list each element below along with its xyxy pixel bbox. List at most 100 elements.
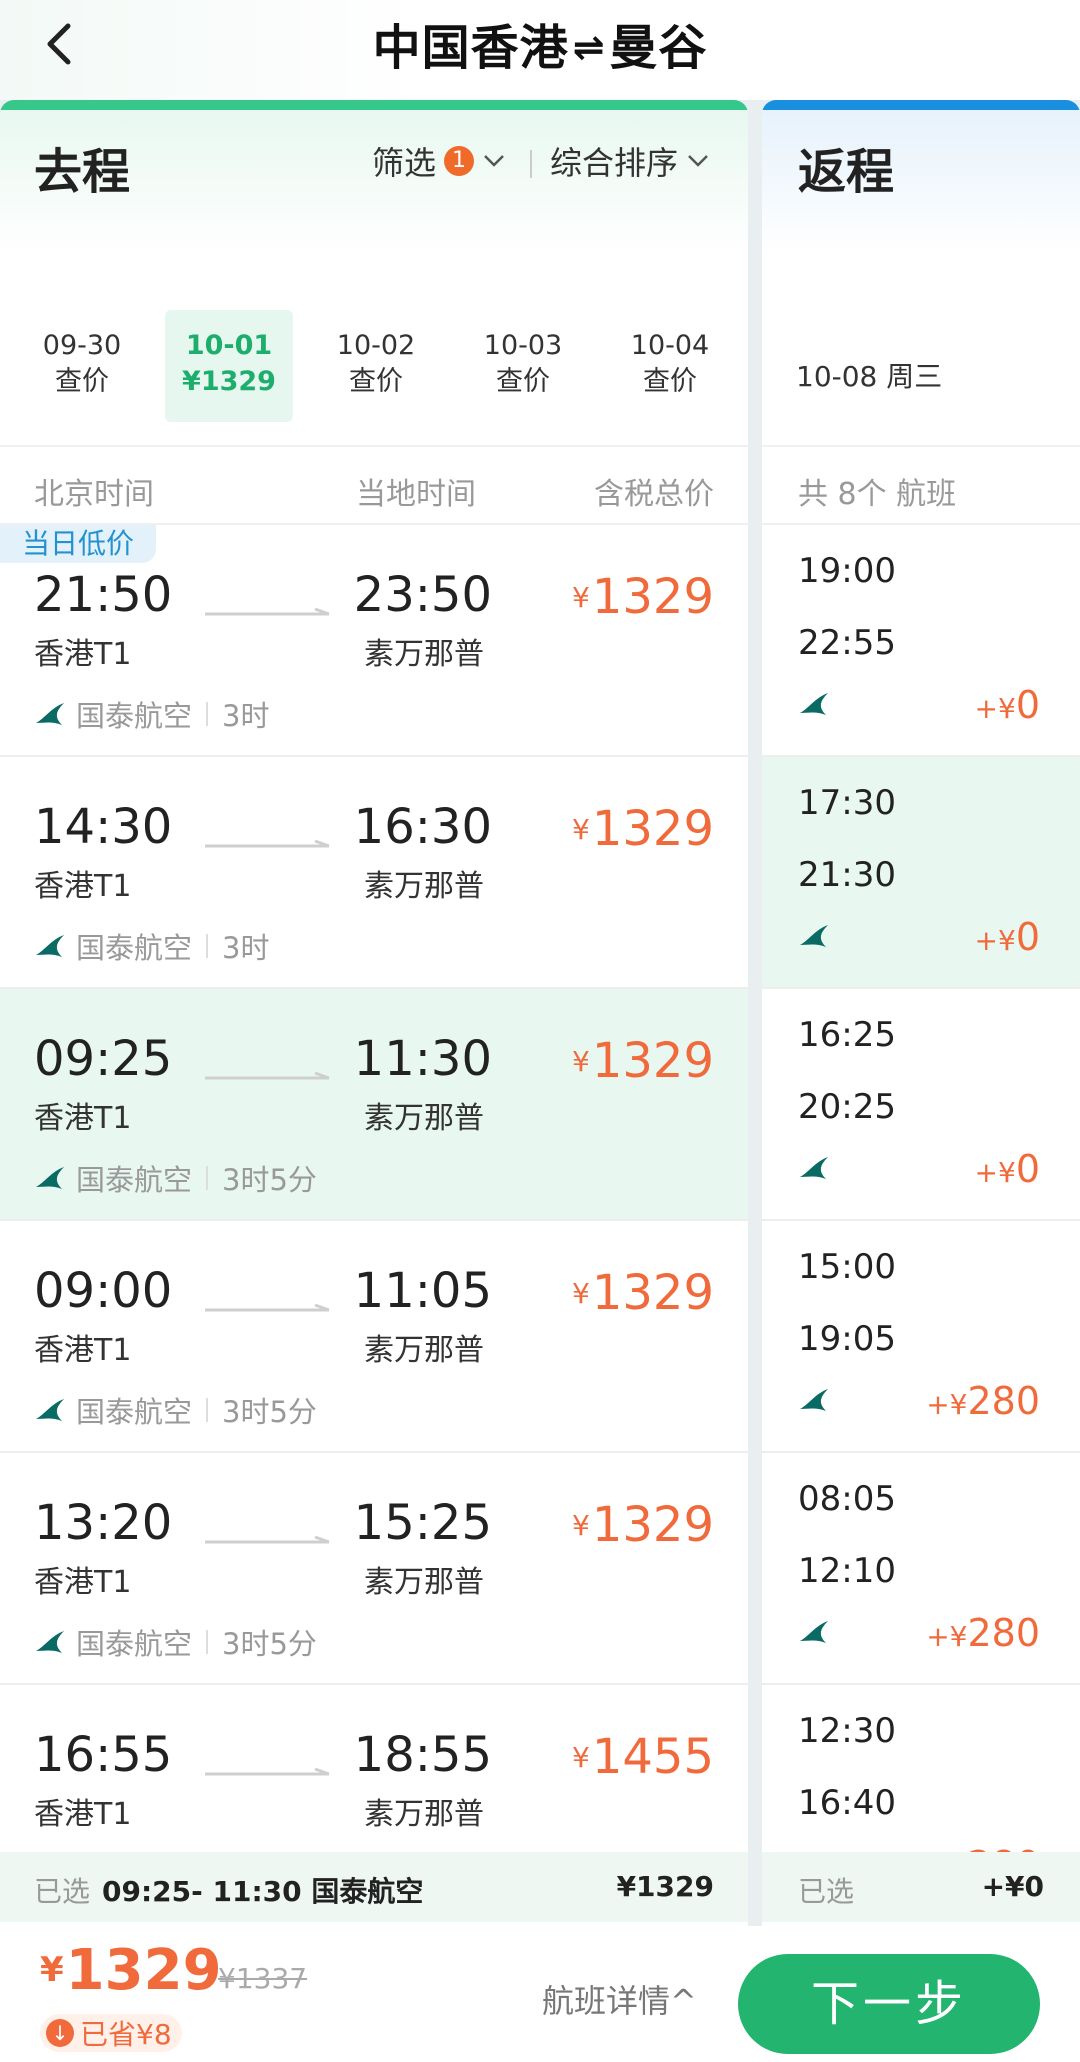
flight-duration: 3时5分: [222, 1395, 317, 1429]
date-option[interactable]: 09-30 查价: [18, 310, 146, 422]
departure-airport: 香港T1: [34, 1565, 132, 1600]
plus-currency: +¥: [974, 1156, 1016, 1189]
total-amount: 1329: [65, 1938, 222, 2003]
difference-amount: 0: [1015, 915, 1040, 959]
flight-price: ¥1329: [572, 801, 714, 857]
return-flight-row[interactable]: 08:05 12:10 +¥280: [762, 1453, 1080, 1685]
airline-info: 国泰航空 3时: [34, 693, 269, 735]
route-arrow-icon: [205, 839, 330, 848]
departure-airport: 香港T1: [34, 1333, 132, 1368]
departure-time: 19:00: [798, 551, 896, 591]
flight-price: ¥1329: [572, 1265, 714, 1321]
departure-airport: 香港T1: [34, 869, 132, 904]
airline-info: 国泰航空 3时5分: [34, 1621, 317, 1663]
date-text: 10-03: [483, 330, 563, 361]
route-arrow-icon: [205, 1767, 330, 1776]
arrival-time: 21:30: [798, 855, 896, 895]
airline-info: 国泰航空 3时5分: [34, 1389, 317, 1431]
departure-time: 16:25: [798, 1015, 896, 1055]
flight-row[interactable]: 09:25 11:30 香港T1 素万那普 ¥1329 国泰航空 3时5分: [0, 989, 748, 1221]
price-difference: +¥0: [975, 915, 1040, 959]
date-option[interactable]: 10-04 查价: [606, 310, 734, 422]
selected-flight: 09:25- 11:30 国泰航空: [102, 1875, 424, 1908]
route-arrow-icon: [205, 1071, 330, 1080]
date-price: ¥1329: [182, 366, 276, 397]
departure-time: 15:00: [798, 1247, 896, 1287]
return-flight-row[interactable]: 19:00 22:55 +¥0: [762, 525, 1080, 757]
savings-badge: ↓ 已省¥8: [40, 2014, 182, 2052]
outbound-selected-summary: 已选 09:25- 11:30 国泰航空 ¥1329: [0, 1852, 748, 1922]
date-price: 查价: [349, 366, 403, 397]
arrival-time: 20:25: [798, 1087, 896, 1127]
page-title: 中国香港 ⇌曼谷: [0, 8, 1080, 78]
arrival-airport: 素万那普: [364, 1797, 484, 1832]
arrival-airport: 素万那普: [364, 1101, 484, 1136]
arrival-time: 15:25: [353, 1495, 492, 1551]
departure-time: 12:30: [798, 1711, 896, 1751]
flight-price: ¥1329: [572, 1033, 714, 1089]
flight-row[interactable]: 13:20 15:25 香港T1 素万那普 ¥1329 国泰航空 3时5分: [0, 1453, 748, 1685]
flight-price: ¥1329: [572, 569, 714, 625]
destination-city: 曼谷: [609, 20, 708, 76]
return-date[interactable]: 10-08 周三: [796, 355, 942, 395]
departure-time: 09:25: [34, 1031, 173, 1087]
cathay-logo-icon: [800, 1621, 828, 1643]
divider: [206, 702, 209, 726]
total-price: ¥1329: [40, 1938, 222, 2003]
flight-row[interactable]: 09:00 11:05 香港T1 素万那普 ¥1329 国泰航空 3时5分: [0, 1221, 748, 1453]
arrival-time: 16:40: [798, 1783, 896, 1823]
flight-row[interactable]: 14:30 16:30 香港T1 素万那普 ¥1329 国泰航空 3时: [0, 757, 748, 989]
outbound-panel: 去程 筛选 1 综合排序 09-30 查价 10-01 ¥1329 10-02 …: [0, 100, 748, 1926]
route-arrow-icon: [205, 1535, 330, 1544]
sort-label: 综合排序: [550, 144, 679, 182]
next-step-button[interactable]: 下一步: [738, 1954, 1040, 2054]
return-flight-row[interactable]: 15:00 19:05 +¥280: [762, 1221, 1080, 1453]
price-difference: +¥0: [975, 683, 1040, 727]
return-flight-row[interactable]: 16:25 20:25 +¥0: [762, 989, 1080, 1221]
flight-duration: 3时: [222, 931, 270, 965]
airline-name: 国泰航空: [76, 1395, 193, 1429]
filter-count-badge: 1: [444, 146, 475, 176]
departure-time: 09:00: [34, 1263, 173, 1319]
chevron-down-icon: [688, 155, 708, 167]
return-flight-row[interactable]: 17:30 21:30 +¥0: [762, 757, 1080, 989]
return-accent-bar: [762, 100, 1080, 110]
date-option[interactable]: 10-02 查价: [312, 310, 440, 422]
sort-button[interactable]: 综合排序: [550, 138, 710, 184]
plus-currency: +¥: [926, 1620, 968, 1653]
arrival-time: 11:05: [353, 1263, 492, 1319]
route-arrow-icon: [205, 1303, 330, 1312]
date-selector: 09-30 查价 10-01 ¥1329 10-02 查价 10-03 查价 1…: [0, 310, 748, 430]
route-arrow-icon: [205, 607, 330, 616]
difference-amount: 0: [1015, 1147, 1040, 1191]
price-amount: 1455: [591, 1729, 714, 1785]
flight-row[interactable]: 当日低价 21:50 23:50 香港T1 素万那普 ¥1329 国泰航空 3时: [0, 525, 748, 757]
lowest-price-tag: 当日低价: [0, 525, 157, 563]
plus-currency: +¥: [974, 692, 1016, 725]
difference-amount: 280: [967, 1611, 1040, 1655]
return-column-header: 共 8个 航班: [762, 445, 1080, 525]
departure-time: 16:55: [34, 1727, 173, 1783]
price-difference: +¥0: [975, 1147, 1040, 1191]
departure-time: 21:50: [34, 567, 173, 623]
flight-details-button[interactable]: 航班详情^: [542, 1976, 697, 2022]
currency-symbol: ¥: [572, 1045, 590, 1078]
departure-time: 08:05: [798, 1479, 896, 1519]
down-arrow-icon: ↓: [46, 2019, 74, 2047]
currency-symbol: ¥: [572, 1277, 590, 1310]
airline-name: 国泰航空: [76, 699, 193, 733]
cathay-logo-icon: [36, 935, 64, 957]
airline-name: 国泰航空: [76, 1627, 193, 1661]
price-difference: +¥280: [926, 1611, 1040, 1655]
filter-button[interactable]: 筛选 1: [372, 138, 506, 184]
divider: [206, 1398, 209, 1422]
date-option[interactable]: 10-03 查价: [459, 310, 587, 422]
col-total-price: 含税总价: [594, 477, 714, 512]
flight-duration: 3时5分: [222, 1627, 317, 1661]
departure-airport: 香港T1: [34, 637, 132, 672]
date-option-selected[interactable]: 10-01 ¥1329: [165, 310, 293, 422]
arrival-airport: 素万那普: [364, 1565, 484, 1600]
flight-duration: 3时5分: [222, 1163, 317, 1197]
swap-icon[interactable]: ⇌: [573, 25, 606, 69]
arrival-time: 12:10: [798, 1551, 896, 1591]
